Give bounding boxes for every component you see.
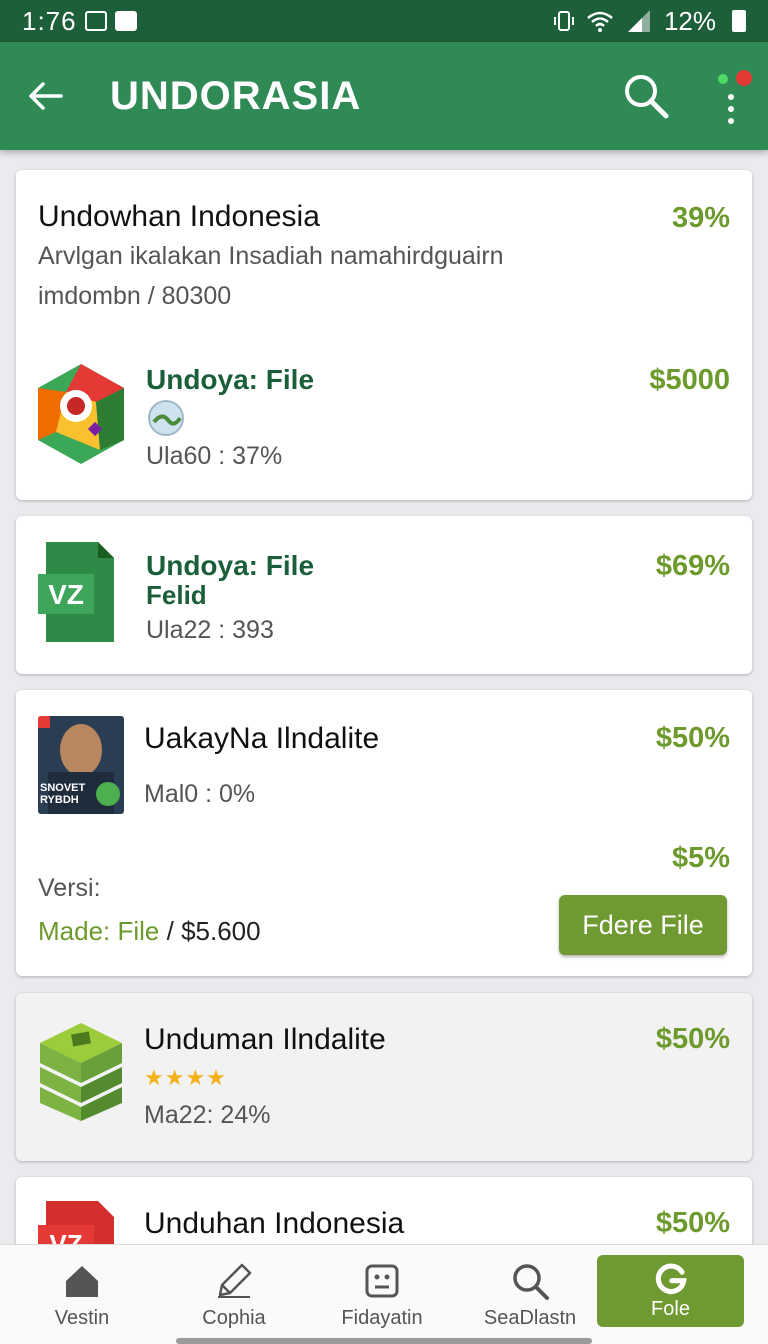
list-item[interactable]: VZ Undoya: File Felid $69% Ula22 : 393 [16,516,752,674]
app-stat: Ma22: 24% [144,1101,271,1129]
avatar-caption: SNOVET RYBDH [40,782,86,806]
home-indicator[interactable] [176,1338,592,1344]
g-logo-icon [655,1263,687,1294]
face-icon [365,1264,399,1297]
nav-item-file[interactable]: Fole [597,1255,744,1327]
green-indicator-icon [718,74,728,84]
globe-icon [148,400,184,436]
card-percent: 39% [671,202,730,234]
nav-label: Fidayatin [341,1306,423,1329]
card-meta: imdombn / 80300 [38,282,232,310]
list-item[interactable]: Unduman Ilndalite $50% ★★★★ Ma22: 24% [16,993,752,1161]
card-title: UakayNa Ilndalite [144,722,380,755]
menu-dot-icon [728,94,734,100]
pencil-icon [218,1263,252,1298]
arrow-left-icon [29,82,63,110]
app-name: Undoya: File [146,550,315,581]
card-percent: $50% [655,722,730,754]
back-button[interactable] [0,42,90,150]
home-icon [66,1265,98,1297]
card-title: Unduman Ilndalite [144,1023,386,1056]
vibrate-icon [553,11,574,31]
app-stat: Ula60 : 37% [146,442,283,470]
status-bar: 1:76 12% [0,0,768,42]
signal-icon [627,10,650,32]
app-stat: Mal0 : 0% [144,780,256,808]
overflow-menu-button[interactable] [712,68,752,128]
nav-label: Vestin [54,1306,110,1329]
face-icon [60,724,102,776]
menu-dot-icon [728,118,734,124]
spreadsheet-icon-label: VZ [48,579,84,610]
version-label: Versi: [38,874,101,902]
card-title: Undowhan Indonesia [38,200,320,233]
made-line: Made: File / $5.600 [38,916,261,946]
nav-label: Fole [651,1297,690,1320]
star-rating-icon: ★★★★ [144,1065,227,1090]
list-item[interactable]: Undowhan Indonesia 39% Arvlgan ikalakan … [16,170,752,500]
search-button[interactable] [620,70,672,122]
card-title: Unduhan Indonesia [144,1207,405,1240]
wifi-icon [587,11,613,32]
app-subtitle: Felid [146,580,207,610]
battery-icon [732,10,746,32]
card-percent: $50% [655,1023,730,1055]
nav-item-copy[interactable]: Cophia [158,1245,310,1344]
app-name: Undoya: File [146,364,315,395]
battery-percent: 12% [663,5,716,36]
card-percent: $69% [655,550,730,582]
status-time: 1:76 [22,5,77,36]
made-price: $5.600 [181,916,261,946]
notification-badge [736,70,752,86]
app-stat: Ula22 : 393 [146,616,274,644]
app-price: $5000 [649,364,730,396]
secondary-percent: $5% [671,842,730,874]
nav-item-home[interactable]: Vestin [6,1245,158,1344]
made-label: Made: File [38,916,160,946]
spreadsheet-icon: VZ [38,542,114,642]
nav-label: Cophia [202,1306,266,1329]
list-item[interactable]: SNOVET RYBDH UakayNa Ilndalite $50% Mal0… [16,690,752,976]
nav-item-face[interactable]: Fidayatin [306,1245,458,1344]
card-percent: $50% [655,1207,730,1239]
nav-label: SeaDlastn [483,1306,577,1329]
badge-icon [96,782,120,806]
download-file-button[interactable]: Fdere File [559,895,727,955]
search-icon [625,75,669,119]
avatar: SNOVET RYBDH [38,716,124,814]
search-icon [513,1263,549,1300]
app-title: UNDORASIA [110,73,362,118]
app-bar: UNDORASIA [0,42,768,150]
package-icon [40,1023,122,1121]
app-logo-icon [38,364,124,464]
nav-item-search[interactable]: SeaDlastn [454,1245,606,1344]
bottom-navigation: Vestin Cophia Fidayatin SeaDlastn Fole [0,1244,768,1344]
message-icon [84,11,107,31]
image-icon [114,11,137,31]
menu-dot-icon [728,106,734,112]
card-description: Arvlgan ikalakan Insadiah namahirdguairn [38,242,504,270]
